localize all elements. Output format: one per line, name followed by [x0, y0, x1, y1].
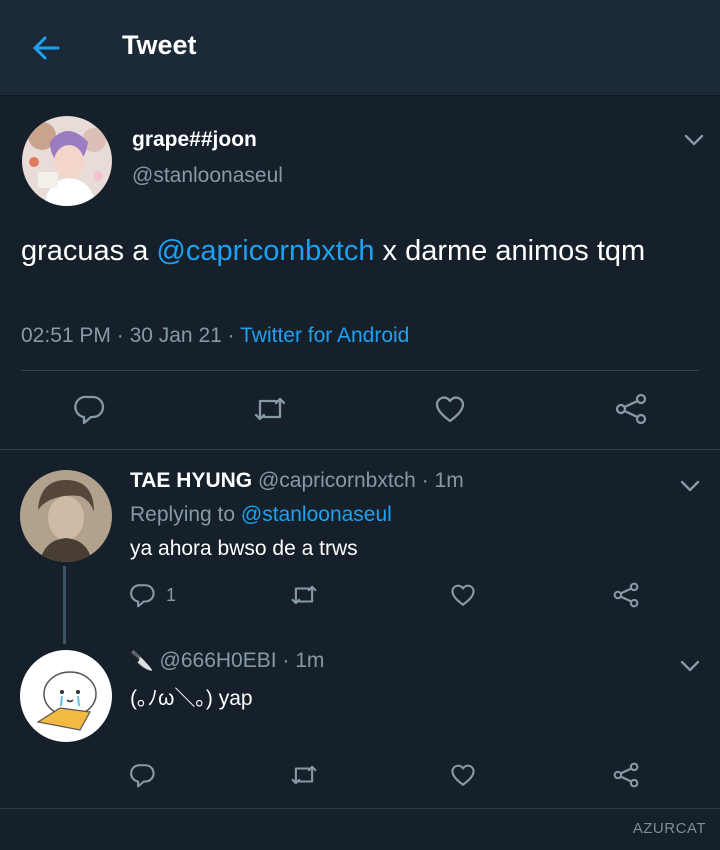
reply-button[interactable]: 1: [130, 582, 176, 608]
author-handle[interactable]: @666H0EBI: [160, 649, 277, 672]
reply-icon: [74, 395, 105, 425]
tweet-text: (｡ﾉω＼｡) yap: [130, 687, 253, 710]
retweet-button[interactable]: [289, 582, 319, 608]
reply-header: TAE HYUNG @capricornbxtch · 1m: [130, 469, 464, 493]
top-bar: Tweet: [0, 0, 720, 96]
heart-icon: [435, 396, 465, 423]
reply-button[interactable]: [130, 762, 156, 788]
tweet-time: 1m: [434, 469, 464, 492]
tweet-date: 30 Jan 21: [129, 324, 222, 347]
retweet-icon: [291, 765, 317, 785]
arrow-left-icon: [33, 36, 60, 60]
reply-button[interactable]: [74, 393, 106, 425]
thread-connector: [63, 566, 66, 644]
replying-label: Replying to: [130, 503, 241, 526]
mention-link[interactable]: @capricornbxtch: [156, 235, 374, 267]
meta-separator: ·: [110, 324, 130, 347]
share-button[interactable]: [612, 762, 640, 788]
tweet-text-part: x darme animos tqm: [374, 235, 646, 267]
retweet-icon: [254, 397, 286, 421]
back-button[interactable]: [22, 26, 70, 70]
meta-separator: ·: [221, 324, 241, 347]
like-button[interactable]: [434, 393, 466, 425]
share-icon: [613, 582, 639, 608]
divider: [0, 808, 720, 809]
reply-header: 🔪 @666H0EBI · 1m: [130, 649, 324, 673]
author-name[interactable]: grape##joon: [132, 128, 257, 152]
like-button[interactable]: [450, 762, 476, 788]
meta-separator: ·: [415, 469, 435, 492]
tweet-time: 1m: [295, 649, 325, 672]
page-title: Tweet: [122, 30, 197, 60]
reply-icon: [130, 584, 155, 608]
tweet-meta: 02:51 PM · 30 Jan 21 · Twitter for Andro…: [21, 324, 409, 348]
like-button[interactable]: [450, 582, 476, 608]
mention-link[interactable]: @stanloonaseul: [241, 503, 392, 526]
heart-icon: [451, 584, 475, 606]
share-button[interactable]: [614, 393, 648, 425]
share-icon: [613, 762, 639, 788]
chevron-down-icon[interactable]: [678, 654, 702, 678]
reply-icon: [130, 764, 155, 788]
retweet-button[interactable]: [252, 393, 288, 425]
chevron-down-icon[interactable]: [678, 474, 702, 498]
avatar[interactable]: [22, 116, 112, 206]
author-handle[interactable]: @capricornbxtch: [258, 469, 416, 492]
replying-to: Replying to @stanloonaseul: [130, 503, 392, 527]
retweet-button[interactable]: [289, 762, 319, 788]
meta-separator: ·: [276, 649, 296, 672]
avatar[interactable]: [20, 470, 112, 562]
author-handle[interactable]: @stanloonaseul: [132, 164, 283, 188]
share-button[interactable]: [612, 582, 640, 608]
tweet-time: 02:51 PM: [21, 324, 111, 347]
tweet-source[interactable]: Twitter for Android: [240, 324, 409, 347]
reply-count: 1: [166, 584, 177, 605]
share-icon: [615, 393, 647, 425]
chevron-down-icon[interactable]: [682, 128, 706, 152]
author-name[interactable]: TAE HYUNG: [130, 469, 252, 492]
tweet-text: ya ahora bwso de a trws: [130, 537, 358, 560]
retweet-icon: [291, 585, 317, 605]
name-emoji: 🔪: [130, 651, 154, 672]
avatar[interactable]: [20, 650, 112, 742]
main-tweet: grape##joon @stanloonaseul gracuas a @ca…: [0, 96, 720, 450]
tweet-text: gracuas a @capricornbxtch x darme animos…: [21, 230, 701, 272]
divider: [21, 370, 699, 371]
tweet-text-part: gracuas a: [21, 235, 157, 267]
watermark: AZURCAT: [632, 820, 706, 837]
heart-icon: [451, 764, 475, 786]
